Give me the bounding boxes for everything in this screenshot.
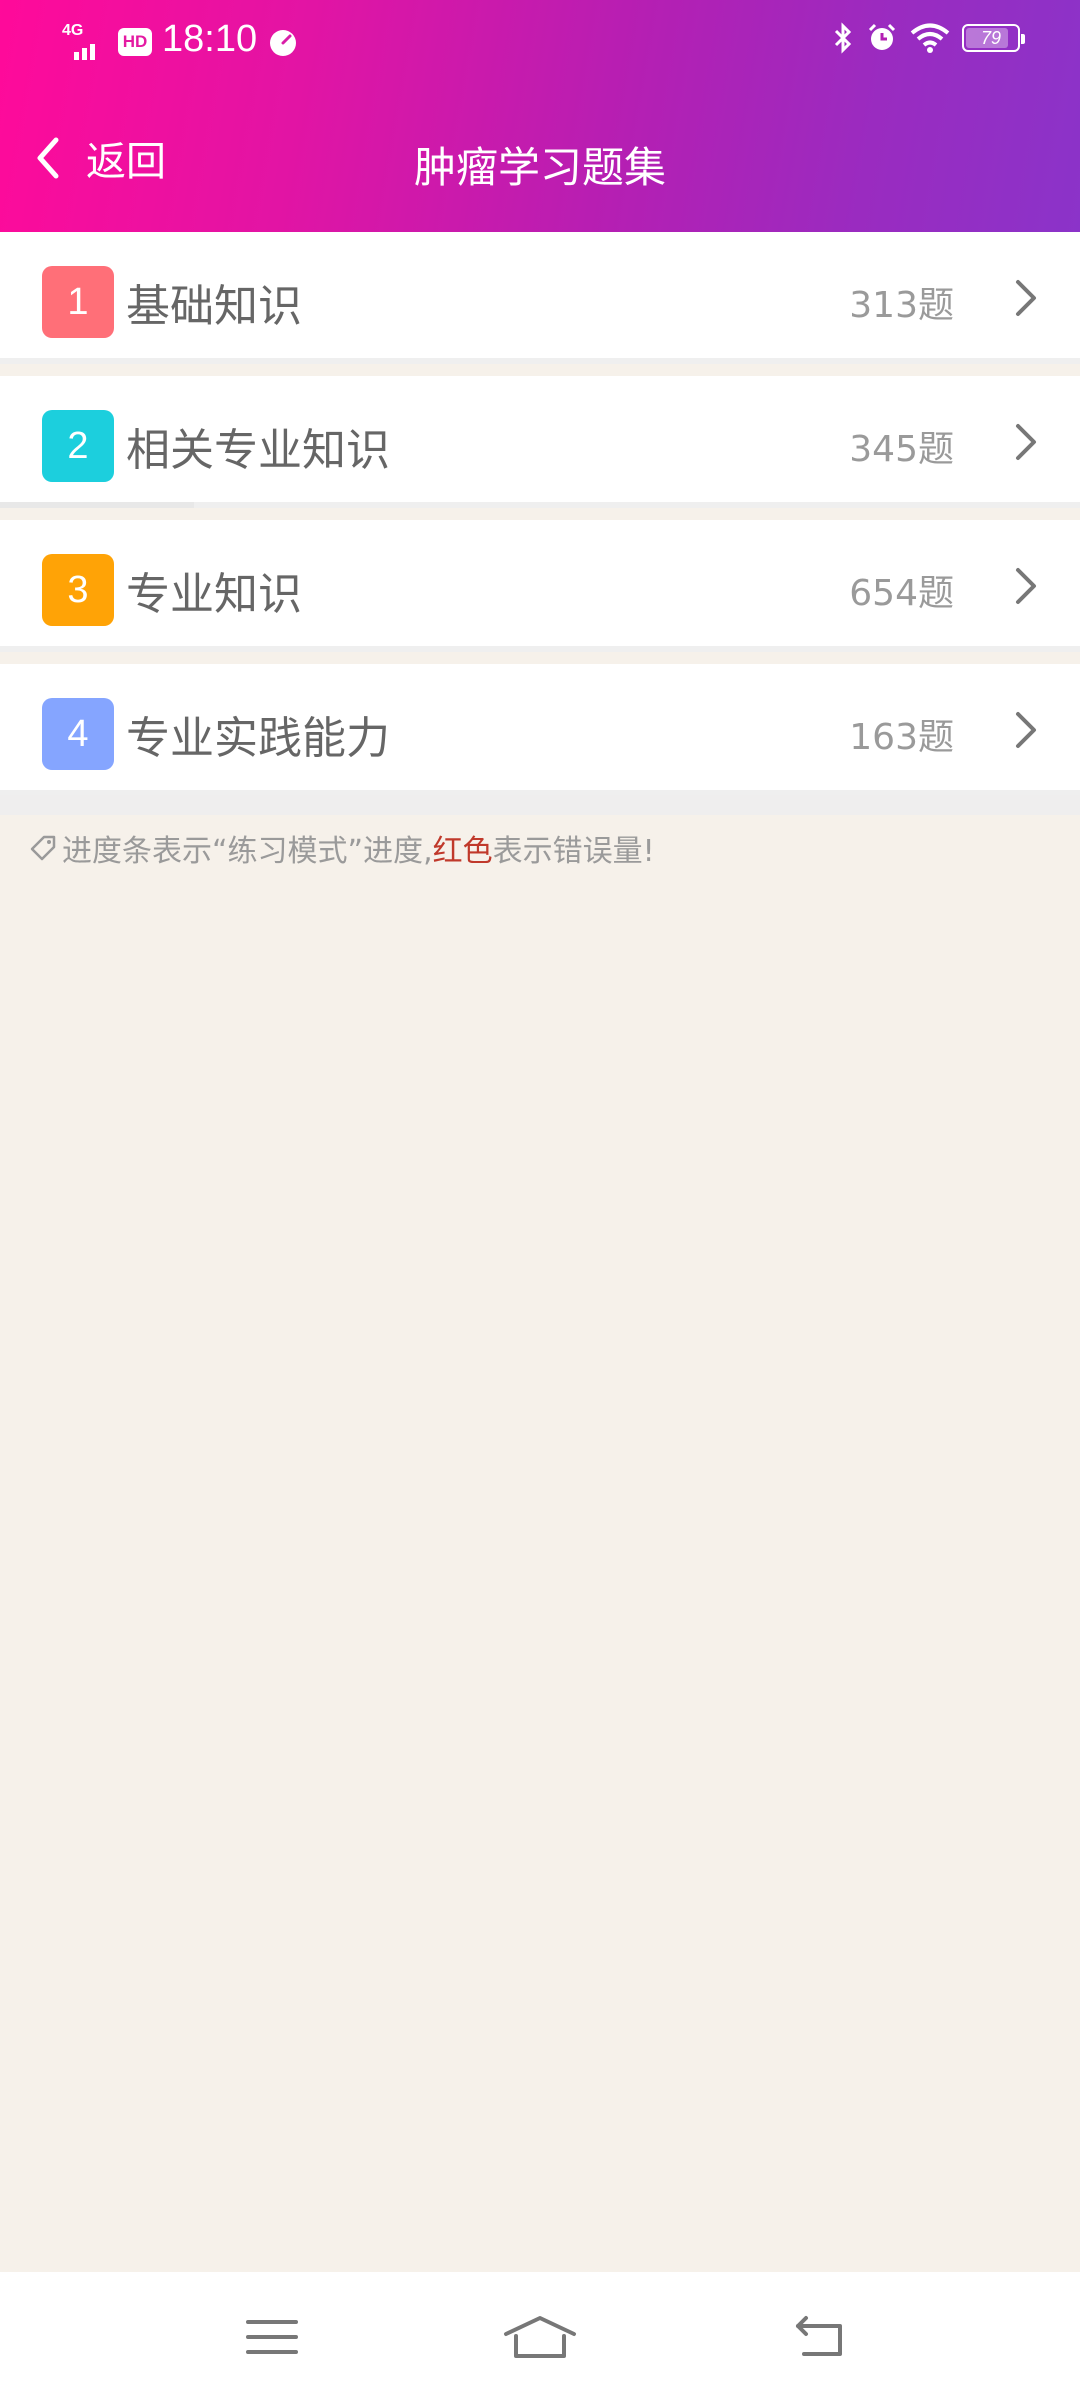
item-title: 基础知识 [126,281,302,332]
hint-text-red: 红色 [432,834,493,869]
back-icon[interactable] [792,2312,852,2362]
list-item-4[interactable]: 4 专业实践能力 163题 [0,664,1080,796]
progress-bar [0,646,1080,652]
battery-icon: 79 [962,24,1025,52]
network-indicator: 4G [62,22,102,60]
progress-bar [0,502,1080,508]
menu-icon[interactable] [242,2312,302,2362]
clock: 18:10 [162,18,258,60]
list-item-2[interactable]: 2 相关专业知识 345题 [0,376,1080,508]
list-item-1[interactable]: 1 基础知识 313题 [0,232,1080,364]
progress-fill [0,502,195,508]
progress-hint: 进度条表示“练习模式”进度, 红色 表示错误量! [28,826,655,870]
item-count: 345题 [849,429,954,470]
list-item-3[interactable]: 3 专业知识 654题 [0,520,1080,652]
item-number-badge: 3 [42,554,114,626]
chevron-right-icon [1016,280,1036,316]
item-number-badge: 4 [42,698,114,770]
tag-icon [30,835,56,861]
hd-badge: HD [118,28,152,56]
item-title: 专业知识 [126,569,302,620]
list-divider [0,795,1080,815]
hint-text-prefix: 进度条表示“练习模式”进度, [62,834,433,869]
item-title: 相关专业知识 [126,425,390,476]
signal-icon [74,44,95,60]
progress-bar [0,358,1080,364]
hint-text-suffix: 表示错误量! [492,834,655,869]
system-nav-bar [0,2272,1080,2400]
item-number-badge: 1 [42,266,114,338]
header: 4G HD 18:10 79 返回 肿瘤学习题集 [0,0,1080,232]
chevron-right-icon [1016,568,1036,604]
chevron-right-icon [1016,712,1036,748]
speed-icon [270,30,296,56]
item-count: 313题 [849,285,954,326]
wifi-icon [910,23,950,53]
item-title: 专业实践能力 [126,713,390,764]
item-count: 163题 [849,717,954,758]
home-icon[interactable] [500,2312,580,2362]
battery-level: 79 [980,28,1002,48]
chapter-list: 1 基础知识 313题 2 相关专业知识 345题 3 专业知识 654题 4 … [0,232,1080,796]
nav-bar: 返回 肿瘤学习题集 [0,110,1080,206]
alarm-icon [868,23,896,50]
page-title: 肿瘤学习题集 [413,143,666,192]
item-number-badge: 2 [42,410,114,482]
status-bar: 4G HD 18:10 79 [0,0,1080,88]
bluetooth-icon [834,22,852,54]
chevron-right-icon [1016,424,1036,460]
network-label: 4G [62,22,84,39]
item-count: 654题 [849,573,954,614]
status-right: 79 [832,22,1025,54]
